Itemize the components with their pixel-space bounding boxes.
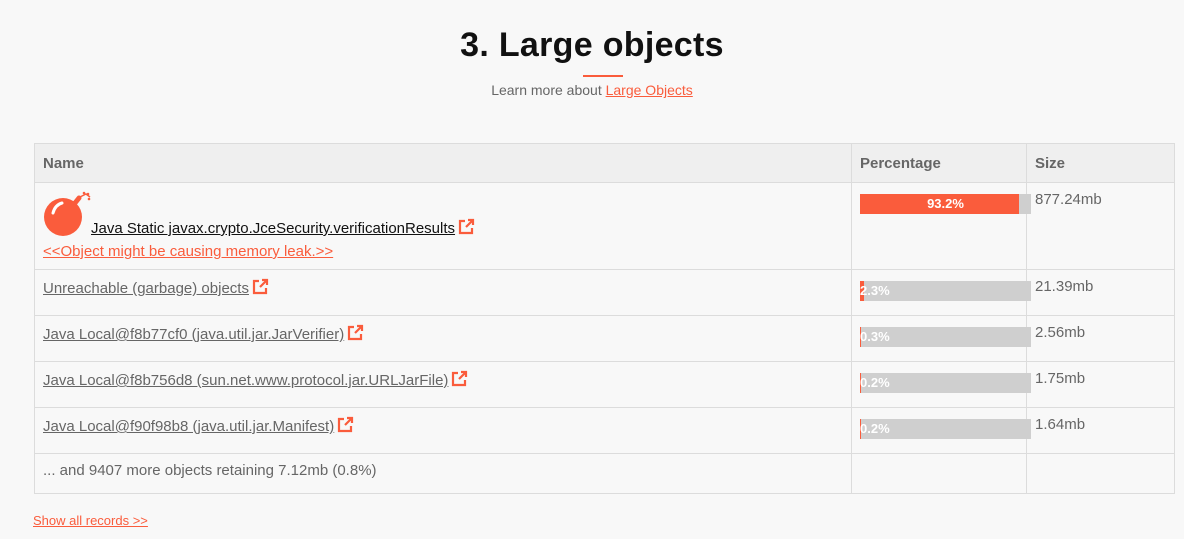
title-underline xyxy=(583,75,623,77)
percentage-label: 0.2% xyxy=(860,421,890,436)
large-objects-link[interactable]: Large Objects xyxy=(606,82,693,98)
percentage-bar: 0.3% xyxy=(860,327,1031,347)
name-cell: Java Static javax.crypto.JceSecurity.ver… xyxy=(34,182,852,270)
bomb-icon xyxy=(43,191,91,241)
show-all-records-link[interactable]: Show all records >> xyxy=(33,513,148,528)
table-row: Java Local@f8b77cf0 (java.util.jar.JarVe… xyxy=(34,315,1175,362)
table-row: Java Local@f90f98b8 (java.util.jar.Manif… xyxy=(34,407,1175,454)
size-cell: 1.64mb xyxy=(1026,407,1175,454)
table-row: Unreachable (garbage) objects 2.3% 21.39… xyxy=(34,269,1175,316)
object-link[interactable]: Java Static javax.crypto.JceSecurity.ver… xyxy=(91,220,455,237)
size-cell: 21.39mb xyxy=(1026,269,1175,316)
percentage-bar: 0.2% xyxy=(860,373,1031,393)
section-subtitle: Learn more about Large Objects xyxy=(0,82,1184,98)
object-link[interactable]: Java Local@f90f98b8 (java.util.jar.Manif… xyxy=(43,418,334,435)
large-objects-table: Name Percentage Size Java Static javax.c… xyxy=(34,143,1175,494)
percentage-label: 93.2% xyxy=(927,196,964,211)
name-cell: Java Local@f90f98b8 (java.util.jar.Manif… xyxy=(34,407,852,454)
percentage-bar: 93.2% xyxy=(860,194,1031,214)
percentage-cell: 93.2% xyxy=(851,182,1031,270)
percentage-label: 2.3% xyxy=(860,283,890,298)
table-header-row: Name Percentage Size xyxy=(34,143,1175,183)
more-objects-text: ... and 9407 more objects retaining 7.12… xyxy=(34,453,852,494)
table-row: Java Static javax.crypto.JceSecurity.ver… xyxy=(34,182,1175,270)
header-name: Name xyxy=(34,143,852,183)
size-cell: 2.56mb xyxy=(1026,315,1175,362)
section-title: 3. Large objects xyxy=(460,26,724,64)
external-link-icon[interactable] xyxy=(451,370,468,391)
object-link[interactable]: Java Local@f8b756d8 (sun.net.www.protoco… xyxy=(43,372,448,389)
header-size: Size xyxy=(1026,143,1175,183)
name-cell: Unreachable (garbage) objects xyxy=(34,269,852,316)
object-name: Java Static javax.crypto.JceSecurity.ver… xyxy=(91,220,456,237)
external-link-icon[interactable] xyxy=(252,278,269,299)
name-cell: Java Local@f8b77cf0 (java.util.jar.JarVe… xyxy=(34,315,852,362)
header-percentage: Percentage xyxy=(851,143,1027,183)
learn-more-text: Learn more about xyxy=(491,82,606,98)
memory-leak-warning[interactable]: <<Object might be causing memory leak.>> xyxy=(43,243,843,260)
external-link-icon[interactable] xyxy=(458,218,475,239)
percentage-label: 0.2% xyxy=(860,375,890,390)
empty-cell xyxy=(1026,453,1175,494)
percentage-cell: 0.2% xyxy=(851,361,1031,408)
percentage-bar: 0.2% xyxy=(860,419,1031,439)
size-cell: 1.75mb xyxy=(1026,361,1175,408)
empty-cell xyxy=(851,453,1027,494)
object-link[interactable]: Java Local@f8b77cf0 (java.util.jar.JarVe… xyxy=(43,326,344,343)
percentage-cell: 2.3% xyxy=(851,269,1031,316)
object-link[interactable]: Unreachable (garbage) objects xyxy=(43,280,249,297)
table-row: Java Local@f8b756d8 (sun.net.www.protoco… xyxy=(34,361,1175,408)
size-cell: 877.24mb xyxy=(1026,182,1175,270)
percentage-cell: 0.2% xyxy=(851,407,1031,454)
percentage-bar: 2.3% xyxy=(860,281,1031,301)
table-row-more: ... and 9407 more objects retaining 7.12… xyxy=(34,453,1175,494)
percentage-label: 0.3% xyxy=(860,329,890,344)
external-link-icon[interactable] xyxy=(337,416,354,437)
percentage-cell: 0.3% xyxy=(851,315,1031,362)
external-link-icon[interactable] xyxy=(347,324,364,345)
name-cell: Java Local@f8b756d8 (sun.net.www.protoco… xyxy=(34,361,852,408)
